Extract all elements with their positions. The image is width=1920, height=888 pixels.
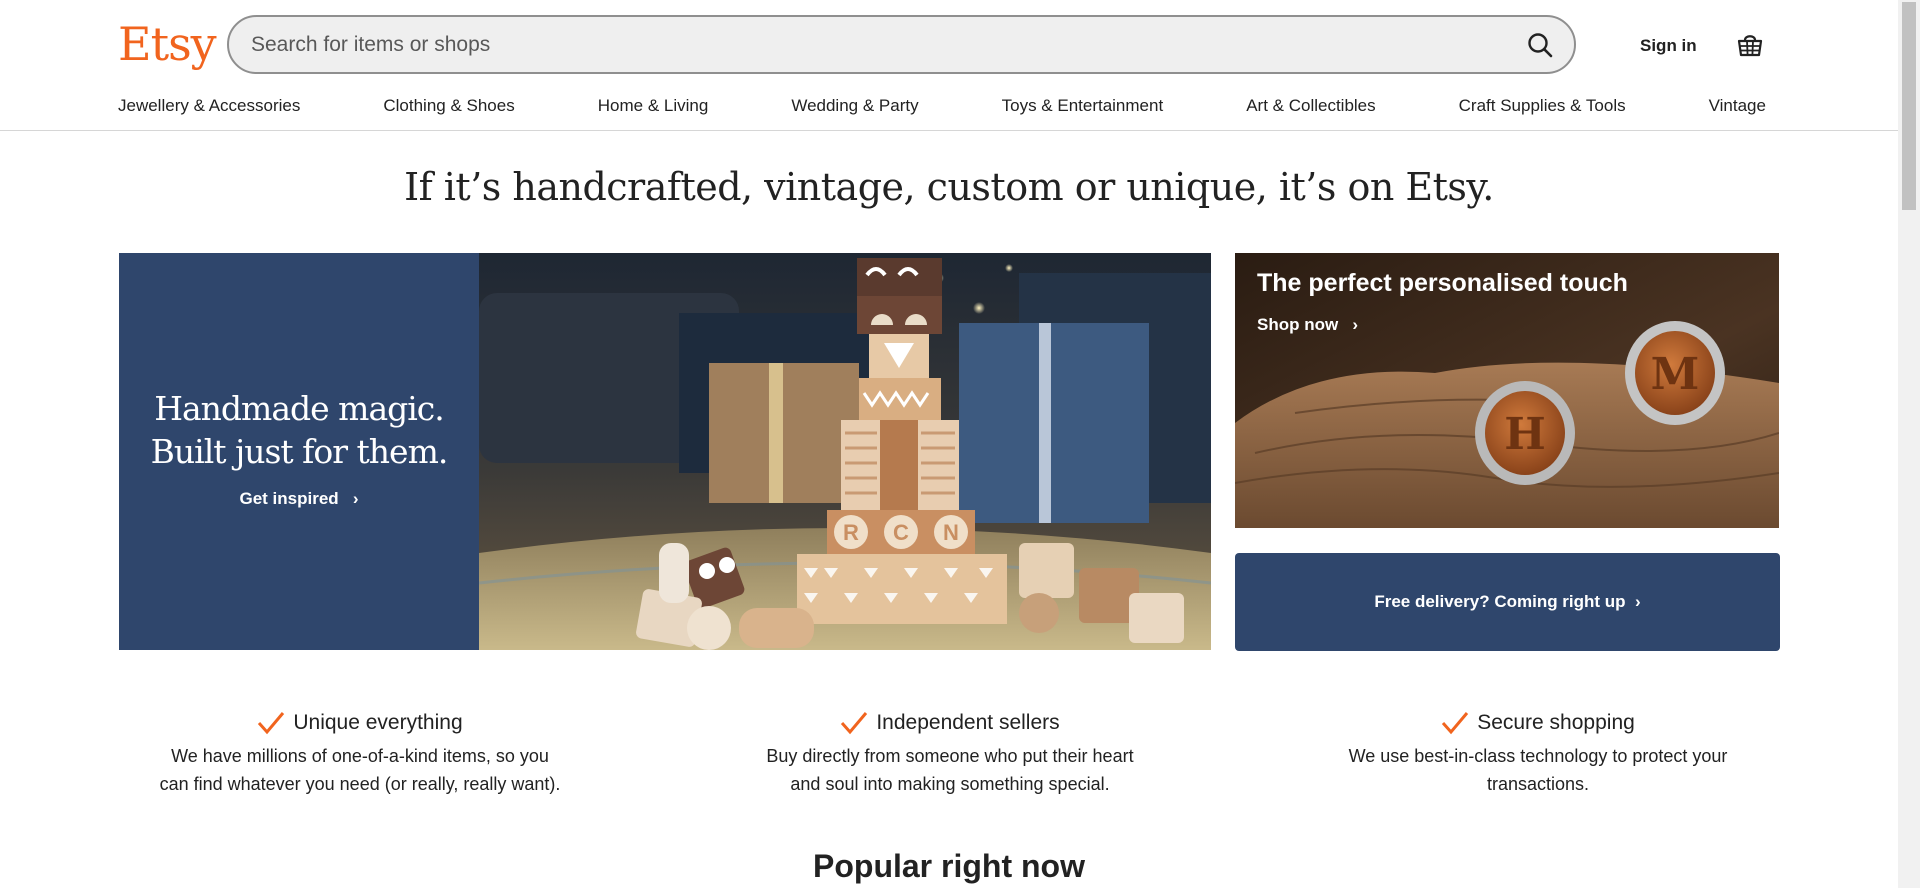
hero-headline: Handmade magic. Built just for them. <box>119 387 479 473</box>
chevron-right-icon: › <box>1625 592 1641 611</box>
category-clothing[interactable]: Clothing & Shoes <box>383 94 514 120</box>
hero-text-panel[interactable]: Handmade magic. Built just for them. Get… <box>119 253 479 650</box>
etsy-logo[interactable]: Etsy <box>118 14 217 74</box>
category-home[interactable]: Home & Living <box>598 94 709 120</box>
value-prop-description: Buy directly from someone who put their … <box>766 746 1134 794</box>
hero-headline-line2: Built just for them. <box>150 432 449 471</box>
value-prop-unique: Unique everything We have millions of on… <box>130 708 590 798</box>
page-scrollbar[interactable] <box>1898 0 1920 888</box>
value-prop-description: We have millions of one-of-a-kind items,… <box>159 746 561 794</box>
toy-blocks-illustration: R C N <box>479 253 1211 650</box>
check-icon <box>841 712 868 735</box>
search-input[interactable] <box>251 17 1501 72</box>
category-wedding[interactable]: Wedding & Party <box>791 94 918 120</box>
basket-icon <box>1737 35 1763 57</box>
hero-image-toy-blocks[interactable]: R C N <box>479 253 1211 650</box>
shop-now-label: Shop now <box>1257 315 1339 334</box>
value-prop-secure: Secure shopping We use best-in-class tec… <box>1308 708 1768 798</box>
chevron-right-icon: › <box>343 489 359 508</box>
category-craft[interactable]: Craft Supplies & Tools <box>1459 94 1626 120</box>
popular-section-title: Popular right now <box>813 848 1085 884</box>
value-prop-description: We use best-in-class technology to prote… <box>1348 746 1728 794</box>
get-inspired-link[interactable]: Get inspired › <box>119 489 479 509</box>
value-prop-title: Independent sellers <box>720 708 1180 738</box>
value-prop-sellers: Independent sellers Buy directly from so… <box>720 708 1180 798</box>
category-toys[interactable]: Toys & Entertainment <box>1002 94 1164 120</box>
scrollbar-thumb[interactable] <box>1902 2 1916 210</box>
search-bar <box>227 15 1576 74</box>
svg-text:C: C <box>893 520 909 545</box>
check-icon <box>1442 712 1469 735</box>
svg-text:R: R <box>843 520 859 545</box>
chevron-right-icon: › <box>1342 315 1359 334</box>
sign-in-button[interactable]: Sign in <box>1624 30 1713 62</box>
shop-now-link[interactable]: Shop now › <box>1257 315 1358 335</box>
category-nav: Jewellery & Accessories Clothing & Shoes… <box>118 94 1766 120</box>
check-icon <box>258 712 285 735</box>
svg-text:N: N <box>943 520 959 545</box>
promo-title: The perfect personalised touch <box>1257 269 1628 297</box>
get-inspired-label: Get inspired <box>239 489 339 508</box>
category-vintage[interactable]: Vintage <box>1709 94 1766 120</box>
search-button[interactable] <box>1520 25 1560 65</box>
svg-text:M: M <box>1651 349 1700 400</box>
category-art[interactable]: Art & Collectibles <box>1246 94 1375 120</box>
site-header: Etsy Sign in Jewellery & Accessories Clo… <box>0 0 1898 131</box>
svg-text:H: H <box>1504 409 1546 460</box>
value-prop-title: Unique everything <box>130 708 590 738</box>
basket-button[interactable] <box>1730 24 1770 64</box>
hero-headline-line1: Handmade magic. <box>154 389 445 428</box>
category-jewellery[interactable]: Jewellery & Accessories <box>118 94 300 120</box>
value-prop-title: Secure shopping <box>1308 708 1768 738</box>
personalised-promo-card[interactable]: H M The perfect personalised touch Shop … <box>1235 253 1779 528</box>
free-delivery-button[interactable]: Free delivery? Coming right up › <box>1235 553 1780 651</box>
page-tagline: If it’s handcrafted, vintage, custom or … <box>404 165 1494 209</box>
search-icon <box>1528 33 1553 58</box>
free-delivery-label: Free delivery? Coming right up <box>1374 592 1626 611</box>
